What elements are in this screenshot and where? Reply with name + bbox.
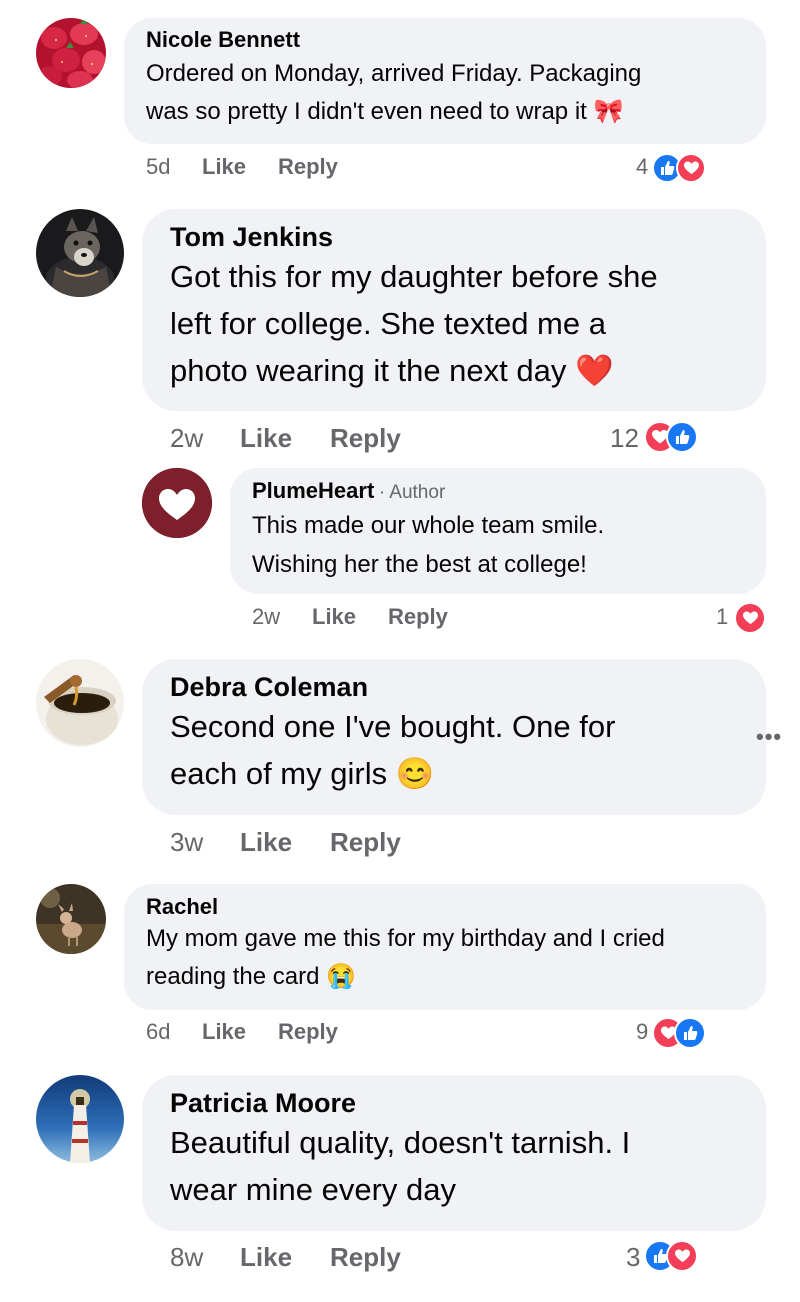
love-reaction-icon — [734, 602, 766, 634]
comment-timestamp[interactable]: 6d — [146, 1019, 170, 1045]
comment-bubble: Tom Jenkins Got this for my daughter bef… — [142, 209, 766, 411]
like-reaction-icon — [666, 421, 698, 453]
comment-text: This made our whole team smile. Wishing … — [252, 512, 605, 578]
comment-timestamp[interactable]: 2w — [252, 604, 280, 630]
avatar-honey-pot[interactable] — [36, 659, 124, 747]
reply-button[interactable]: Reply — [388, 604, 448, 630]
reaction-count[interactable]: 9 — [636, 1019, 648, 1045]
avatar-strawberries[interactable] — [36, 18, 106, 88]
comment-bubble: Rachel My mom gave me this for my birthd… — [124, 884, 766, 1010]
reaction-count[interactable]: 4 — [636, 154, 648, 180]
love-reaction-icon — [666, 1240, 698, 1272]
author-badge: · Author — [378, 482, 446, 503]
comment-timestamp[interactable]: 8w — [170, 1242, 203, 1273]
reply-button[interactable]: Reply — [278, 154, 338, 180]
comment-actions: 8w Like Reply — [170, 1242, 590, 1274]
love-reaction-icon — [676, 153, 706, 183]
comment-text: Got this for my daughter before she left… — [170, 259, 658, 388]
comment-actions: 6d Like Reply — [146, 1019, 546, 1049]
comment-bubble: Patricia Moore Beautiful quality, doesn'… — [142, 1075, 766, 1231]
reply-button[interactable]: Reply — [330, 423, 401, 454]
comment-bubble: Debra Coleman Second one I've bought. On… — [142, 659, 766, 815]
comment-author-name[interactable]: Tom Jenkins — [170, 222, 333, 252]
comment-bubble: Nicole Bennett Ordered on Monday, arrive… — [124, 18, 766, 144]
reply-button[interactable]: Reply — [278, 1019, 338, 1045]
comment-actions: 2w Like Reply — [252, 604, 632, 634]
avatar-lighthouse[interactable] — [36, 1075, 124, 1163]
reaction-count[interactable]: 1 — [716, 604, 728, 630]
comment-author-name[interactable]: PlumeHeart — [252, 478, 374, 503]
comment-author-name[interactable]: Patricia Moore — [170, 1088, 356, 1118]
comment-actions: 2w Like Reply — [170, 423, 590, 455]
avatar-fawn[interactable] — [36, 884, 106, 954]
like-button[interactable]: Like — [312, 604, 356, 630]
avatar-husky[interactable] — [36, 209, 124, 297]
avatar-brand-logo[interactable] — [142, 468, 212, 538]
comment-actions: 3w Like Reply — [170, 827, 590, 859]
comment-timestamp[interactable]: 2w — [170, 423, 203, 454]
like-button[interactable]: Like — [202, 1019, 246, 1045]
comment-text: Second one I've bought. One for each of … — [170, 709, 616, 791]
comment-text: My mom gave me this for my birthday and … — [146, 925, 665, 990]
like-button[interactable]: Like — [202, 154, 246, 180]
comment-text: Beautiful quality, doesn't tarnish. I we… — [170, 1125, 631, 1207]
comment-author-name[interactable]: Debra Coleman — [170, 672, 368, 702]
like-button[interactable]: Like — [240, 1242, 292, 1273]
comment-text: Ordered on Monday, arrived Friday. Packa… — [146, 60, 642, 125]
comment-timestamp[interactable]: 3w — [170, 827, 203, 858]
comment-timestamp[interactable]: 5d — [146, 154, 170, 180]
reaction-count[interactable]: 3 — [626, 1242, 640, 1273]
reply-button[interactable]: Reply — [330, 1242, 401, 1273]
comment-author-name[interactable]: Nicole Bennett — [146, 27, 300, 52]
more-options-icon[interactable]: ••• — [756, 724, 782, 750]
like-button[interactable]: Like — [240, 423, 292, 454]
comment-bubble: PlumeHeart · Author This made our whole … — [230, 468, 766, 594]
comment-actions: 5d Like Reply — [146, 154, 546, 184]
like-reaction-icon — [674, 1017, 706, 1049]
comment-author-name[interactable]: Rachel — [146, 894, 218, 919]
reaction-count[interactable]: 12 — [610, 423, 639, 454]
like-button[interactable]: Like — [240, 827, 292, 858]
reply-button[interactable]: Reply — [330, 827, 401, 858]
